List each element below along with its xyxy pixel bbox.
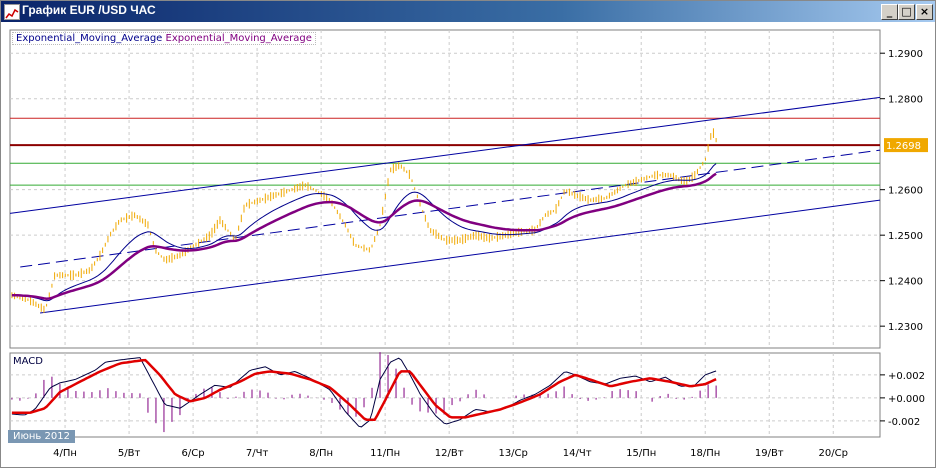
x-tick-label: 6/Ср xyxy=(182,448,205,459)
y-tick-label: 1.2400 xyxy=(888,277,923,288)
x-tick-label: 19/Вт xyxy=(755,448,784,459)
x-tick-label: 5/Вт xyxy=(118,448,141,459)
x-tick-label: 12/Вт xyxy=(435,448,464,459)
x-tick-label: 14/Чт xyxy=(563,448,592,459)
x-tick-label: 8/Пн xyxy=(309,448,333,459)
x-tick-label: 4/Пн xyxy=(53,448,77,459)
x-tick-label: 13/Ср xyxy=(498,448,527,459)
y-tick-label: 1.2800 xyxy=(888,95,923,106)
macd-title: MACD xyxy=(13,356,43,367)
macd-tick-label: -0.002 xyxy=(888,417,920,428)
x-tick-label: 11/Пн xyxy=(370,448,400,459)
y-tick-label: 1.2600 xyxy=(888,186,923,197)
x-tick-label: 20/Ср xyxy=(819,448,848,459)
x-tick-label: 7/Чт xyxy=(246,448,269,459)
x-tick-label: 18/Пн xyxy=(690,448,720,459)
x-tick-label: 15/Пн xyxy=(626,448,656,459)
y-tick-label: 1.2900 xyxy=(888,49,923,60)
macd-tick-label: +0.002 xyxy=(888,371,925,382)
legend-ema-1: Exponential_Moving_Average xyxy=(16,33,163,44)
legend-ema-2: Exponential_Moving_Average xyxy=(165,33,312,44)
current-price-label: 1.2698 xyxy=(886,141,921,152)
macd-plot-area xyxy=(9,352,881,438)
y-tick-label: 1.2500 xyxy=(888,231,923,242)
price-plot-area xyxy=(9,29,881,349)
month-label: Июнь 2012 xyxy=(8,430,75,443)
y-tick-label: 1.2300 xyxy=(888,322,923,333)
indicator-legend: Exponential_Moving_Average Exponential_M… xyxy=(12,32,316,45)
macd-tick-label: +0.000 xyxy=(888,394,925,405)
chart-canvas[interactable]: 4/Пн 5/Вт 6/Ср 7/Чт 8/Пн 11/Пн 12/Вт 13/Ср 14/Чт… xyxy=(0,0,936,468)
